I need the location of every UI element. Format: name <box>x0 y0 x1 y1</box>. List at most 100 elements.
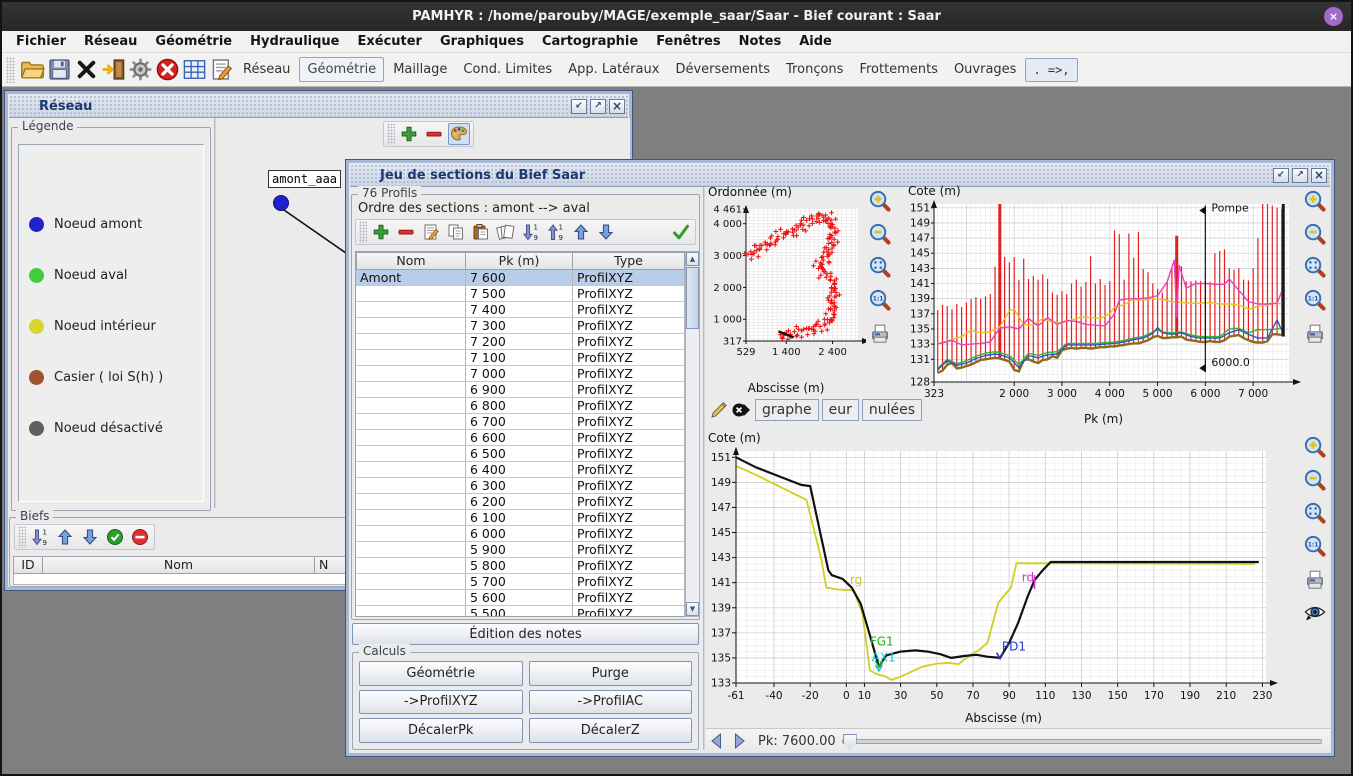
cell-type[interactable]: ProfilXYZ <box>573 398 685 414</box>
cell-nom[interactable] <box>356 510 466 526</box>
cell-pk[interactable]: 7 400 <box>466 302 573 318</box>
table-row[interactable]: 7 300ProfilXYZ <box>356 318 685 334</box>
table-row[interactable]: 7 000ProfilXYZ <box>356 366 685 382</box>
toolbar-button-frottements[interactable]: Frottements <box>852 58 945 81</box>
add-icon[interactable] <box>370 221 392 243</box>
edit-pencil-icon[interactable] <box>709 399 729 421</box>
table-row[interactable]: 6 800ProfilXYZ <box>356 398 685 414</box>
cell-nom[interactable] <box>356 414 466 430</box>
cell-nom[interactable] <box>356 542 466 558</box>
table-row[interactable]: 6 300ProfilXYZ <box>356 478 685 494</box>
cell-nom[interactable] <box>356 318 466 334</box>
longitudinal-chart[interactable]: Cote (m) Pompe6000.015114914714514314113… <box>906 184 1301 427</box>
cell-type[interactable]: ProfilXYZ <box>573 462 685 478</box>
cell-nom[interactable] <box>356 382 466 398</box>
cell-nom[interactable] <box>356 558 466 574</box>
cell-type[interactable]: ProfilXYZ <box>573 526 685 542</box>
menu-aide[interactable]: Aide <box>791 33 840 50</box>
cell-pk[interactable]: 5 700 <box>466 574 573 590</box>
biefs-column-nom[interactable]: Nom <box>43 556 315 574</box>
scrollbar-thumb[interactable] <box>686 267 699 329</box>
calc-button--profilac[interactable]: ->ProfilAC <box>529 690 693 715</box>
plan-chart[interactable]: Ordonnée (m) 4 4614 0003 0002 0001 00031… <box>706 185 866 395</box>
grid-icon[interactable] <box>181 56 208 83</box>
calc-button-purge[interactable]: Purge <box>529 661 693 686</box>
menu-exécuter[interactable]: Exécuter <box>349 33 430 50</box>
add-icon[interactable] <box>398 123 420 145</box>
cell-nom[interactable] <box>356 286 466 302</box>
edit-notes-button[interactable]: Édition des notes <box>352 623 699 645</box>
cell-pk[interactable]: 6 600 <box>466 430 573 446</box>
abort-icon[interactable] <box>154 56 181 83</box>
cell-nom[interactable] <box>356 350 466 366</box>
cross-section-chart[interactable]: Cote (m) rgFG1AX1PD1rd151149147145143141… <box>706 431 1301 728</box>
prev-icon[interactable] <box>706 730 728 752</box>
cell-nom[interactable] <box>356 606 466 617</box>
calc-button--profilxyz[interactable]: ->ProfilXYZ <box>359 690 523 715</box>
export-icon[interactable] <box>732 399 752 421</box>
cell-nom[interactable] <box>356 462 466 478</box>
move-down-icon[interactable] <box>595 221 617 243</box>
table-row[interactable]: 6 000ProfilXYZ <box>356 526 685 542</box>
table-row[interactable]: 7 400ProfilXYZ <box>356 302 685 318</box>
cell-type[interactable]: ProfilXYZ <box>573 574 685 590</box>
table-scrollbar[interactable]: ▲ ▼ <box>685 251 700 617</box>
cell-nom[interactable] <box>356 478 466 494</box>
import-icon[interactable] <box>100 56 127 83</box>
toolbar-grip[interactable] <box>6 57 15 83</box>
cell-pk[interactable]: 6 700 <box>466 414 573 430</box>
zoom-in-icon[interactable] <box>1302 434 1328 460</box>
toolbar-button-tron-ons[interactable]: Tronçons <box>779 58 850 81</box>
sort-asc-icon[interactable]: 19 <box>29 526 51 548</box>
zoom-1-1-icon[interactable]: 1:1 <box>1302 533 1328 559</box>
table-row[interactable]: 5 700ProfilXYZ <box>356 574 685 590</box>
cell-pk[interactable]: 5 900 <box>466 542 573 558</box>
zoom-fit-icon[interactable] <box>1302 254 1328 280</box>
settings-icon[interactable] <box>127 56 154 83</box>
zoom-fit-icon[interactable] <box>1302 500 1328 526</box>
table-row[interactable]: 5 600ProfilXYZ <box>356 590 685 606</box>
move-up-icon[interactable] <box>54 526 76 548</box>
cell-pk[interactable]: 6 400 <box>466 462 573 478</box>
table-row[interactable]: 6 600ProfilXYZ <box>356 430 685 446</box>
tab-eur[interactable]: eur <box>822 399 859 421</box>
cell-type[interactable]: ProfilXYZ <box>573 414 685 430</box>
cell-pk[interactable]: 5 500 <box>466 606 573 617</box>
cell-type[interactable]: ProfilXYZ <box>573 446 685 462</box>
calc-button-g-om-trie[interactable]: Géométrie <box>359 661 523 686</box>
cell-pk[interactable]: 6 100 <box>466 510 573 526</box>
move-up-icon[interactable] <box>570 221 592 243</box>
menu-fichier[interactable]: Fichier <box>8 33 74 50</box>
menu-notes[interactable]: Notes <box>731 33 790 50</box>
toolbar-button--[interactable]: . =>, <box>1025 58 1077 82</box>
cell-pk[interactable]: 7 300 <box>466 318 573 334</box>
cell-pk[interactable]: 6 500 <box>466 446 573 462</box>
toolbar-button-app-lat-raux[interactable]: App. Latéraux <box>561 58 666 81</box>
cell-type[interactable]: ProfilXYZ <box>573 302 685 318</box>
cell-type[interactable]: ProfilXYZ <box>573 510 685 526</box>
table-row[interactable]: 6 500ProfilXYZ <box>356 446 685 462</box>
disable-icon[interactable] <box>129 526 151 548</box>
cell-type[interactable]: ProfilXYZ <box>573 590 685 606</box>
cell-pk[interactable]: 7 500 <box>466 286 573 302</box>
table-row[interactable]: 6 900ProfilXYZ <box>356 382 685 398</box>
cell-type[interactable]: ProfilXYZ <box>573 270 685 286</box>
zoom-out-icon[interactable] <box>1302 467 1328 493</box>
cell-pk[interactable]: 6 000 <box>466 526 573 542</box>
calc-button-d-calerpk[interactable]: DécalerPk <box>359 718 523 743</box>
cell-nom[interactable] <box>356 494 466 510</box>
minimize-icon[interactable] <box>571 99 587 114</box>
toolbar-button-maillage[interactable]: Maillage <box>386 58 454 81</box>
cell-type[interactable]: ProfilXYZ <box>573 366 685 382</box>
table-row[interactable]: 6 200ProfilXYZ <box>356 494 685 510</box>
column-header-pk[interactable]: Pk (m) <box>466 252 573 270</box>
cell-nom[interactable] <box>356 334 466 350</box>
upstream-node[interactable] <box>273 195 289 211</box>
menu-réseau[interactable]: Réseau <box>76 33 145 50</box>
maximize-icon[interactable] <box>1292 168 1308 183</box>
cell-pk[interactable]: 6 200 <box>466 494 573 510</box>
zoom-in-icon[interactable] <box>867 188 893 214</box>
palette-icon[interactable] <box>448 123 470 145</box>
cell-type[interactable]: ProfilXYZ <box>573 350 685 366</box>
toolbar-button-d-versements[interactable]: Déversements <box>668 58 777 81</box>
